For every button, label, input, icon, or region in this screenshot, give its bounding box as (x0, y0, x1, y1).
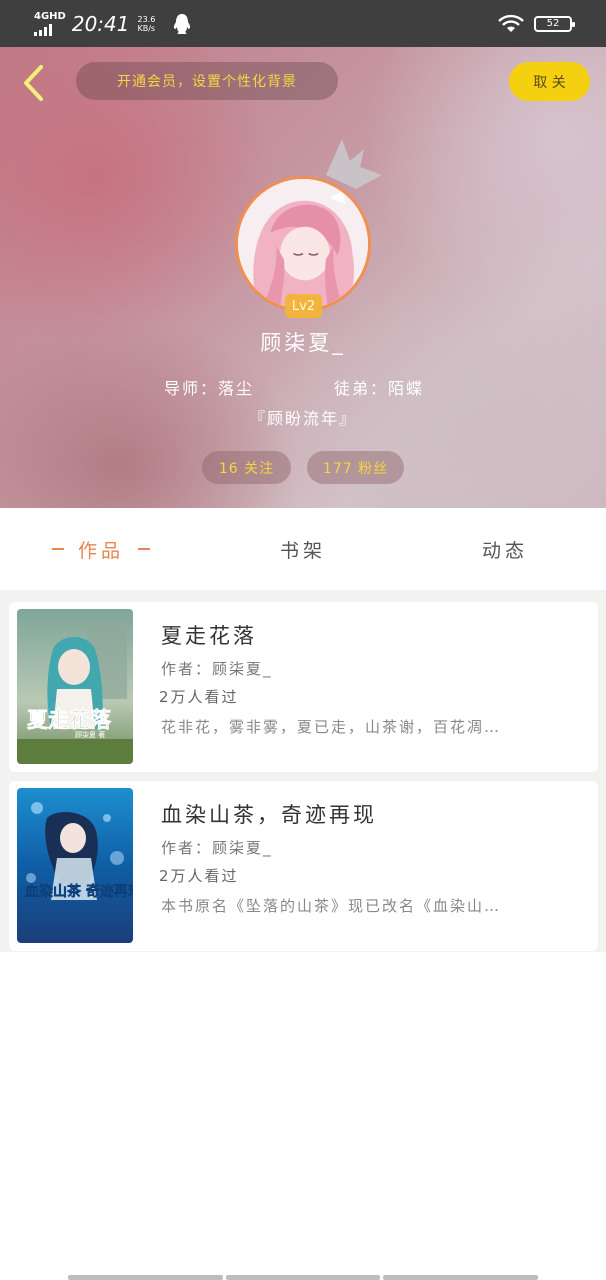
navigation-bar (68, 1275, 539, 1280)
cover-title-text: 血染山茶 奇迹再现 (25, 883, 133, 900)
tab-indicator-right (138, 548, 150, 550)
cover-title-text: 夏走花落 (27, 707, 112, 732)
signature: 『顾盼流年』 (248, 409, 357, 428)
relations-row: 导师：落尘 徒弟：陌蝶 (0, 375, 606, 399)
book-cover-image: 血染山茶 奇迹再现 (17, 788, 133, 943)
tab-activity-label: 动态 (481, 539, 528, 562)
network-speed: 23.6 KB/s (137, 14, 156, 33)
works-list: 夏走花落 顾柒夏 著 夏走花落 作者：顾柒夏_ 2万人看过 花非花，雾非雾，夏已… (0, 590, 606, 952)
master-label[interactable]: 导师：落尘 (164, 375, 254, 399)
apprentice-label[interactable]: 徒弟：陌蝶 (334, 375, 424, 399)
book-readers: 2万人看过 (159, 688, 239, 706)
list-item[interactable]: 血染山茶 奇迹再现 血染山茶，奇迹再现 作者：顾柒夏_ 2万人看过 本书原名《坠… (9, 781, 598, 951)
back-button[interactable] (18, 63, 48, 103)
network-type: 4GHD (34, 10, 66, 22)
status-bar: 4GHD 20:41 23.6 KB/s 52 (0, 0, 606, 47)
chevron-left-icon (24, 65, 43, 101)
unfollow-button[interactable]: 取 关 (509, 62, 590, 101)
nav-segment[interactable] (68, 1275, 223, 1280)
nav-segment[interactable] (225, 1275, 381, 1280)
clock: 20:41 (71, 11, 130, 36)
nav-segment[interactable] (383, 1275, 539, 1280)
tab-works-label: 作品 (77, 539, 124, 562)
tab-indicator-left (51, 548, 64, 550)
following-count-button[interactable]: 16 关注 (202, 451, 291, 484)
avatar-image (238, 179, 368, 309)
book-readers: 2万人看过 (159, 867, 239, 885)
book-cover-image: 夏走花落 顾柒夏 著 (17, 609, 133, 764)
tab-works[interactable]: 作品 (0, 508, 202, 590)
fans-count-button[interactable]: 177 粉丝 (307, 451, 404, 484)
book-title[interactable]: 夏走花落 (161, 620, 257, 650)
book-title[interactable]: 血染山茶，奇迹再现 (161, 799, 377, 829)
book-description: 花非花，雾非雾，夏已走，山茶谢，百花凋… (161, 718, 502, 736)
wifi-icon (498, 14, 524, 32)
username: 顾柒夏_ (260, 331, 346, 355)
tab-bookshelf[interactable]: 书架 (202, 508, 404, 590)
battery-level: 52 (546, 18, 560, 29)
profile-tabs: 作品 书架 动态 (0, 508, 606, 590)
vip-background-banner[interactable]: 开通会员，设置个性化背景 (76, 62, 338, 100)
book-cover[interactable]: 夏走花落 顾柒夏 著 (17, 609, 133, 764)
book-author: 作者：顾柒夏_ (161, 660, 273, 678)
avatar[interactable] (235, 176, 371, 312)
list-item[interactable]: 夏走花落 顾柒夏 著 夏走花落 作者：顾柒夏_ 2万人看过 花非花，雾非雾，夏已… (9, 602, 598, 772)
signal-indicator: 4GHD (34, 10, 66, 36)
book-cover[interactable]: 血染山茶 奇迹再现 (17, 788, 133, 943)
signal-bars-icon (34, 23, 52, 36)
tab-activity[interactable]: 动态 (404, 508, 606, 590)
book-description: 本书原名《坠落的山茶》现已改名《血染山… (161, 897, 502, 915)
level-badge: Lv2 (285, 294, 322, 318)
battery-icon: 52 (534, 15, 575, 32)
tab-bookshelf-label: 书架 (279, 539, 326, 562)
qq-icon (174, 13, 191, 34)
book-author: 作者：顾柒夏_ (161, 839, 273, 857)
cover-author-text: 顾柒夏 著 (75, 730, 105, 739)
profile-header: 开通会员，设置个性化背景 取 关 Lv2 顾柒夏_ 导师：落尘 徒弟：陌蝶 『顾… (0, 47, 606, 508)
